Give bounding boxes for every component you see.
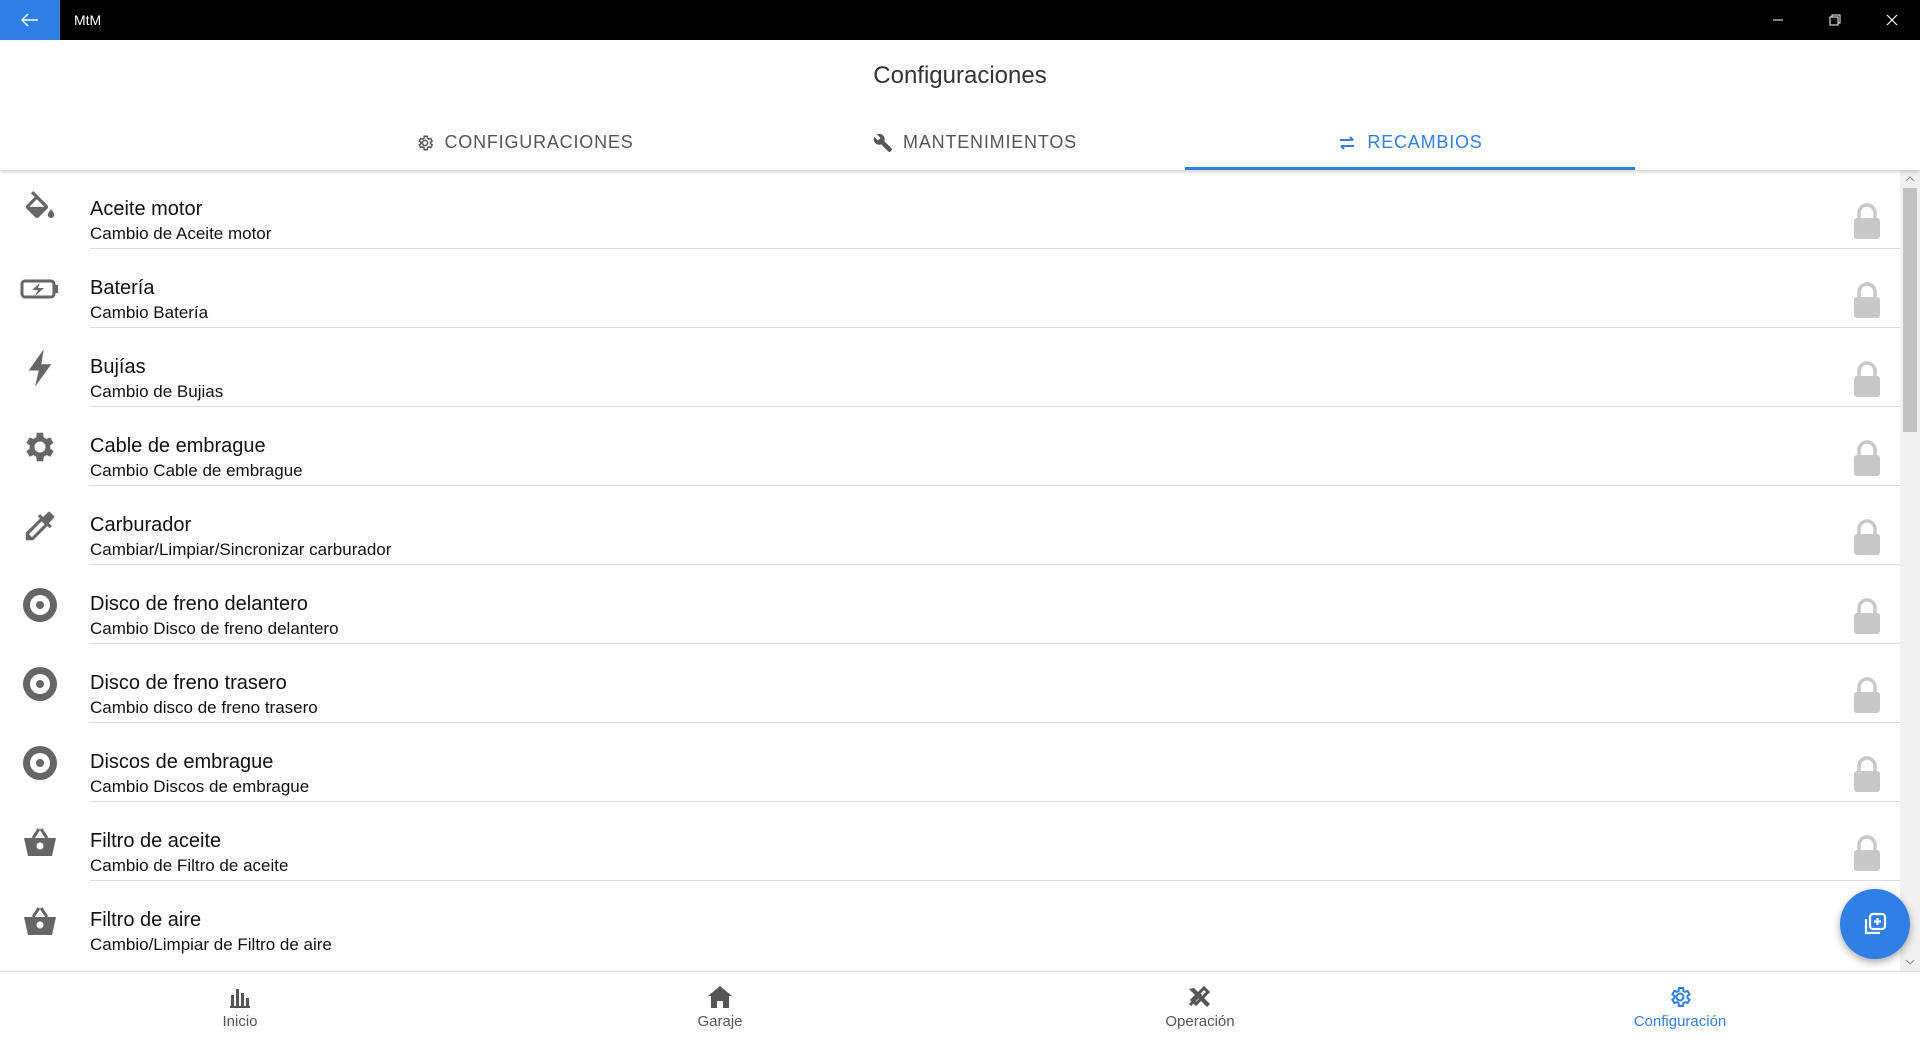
disc-icon [20,664,60,704]
item-subtitle: Cambio de Bujias [90,382,224,401]
eyedropper-icon [20,506,60,546]
bottom-navigation: Inicio Garaje Operación Configuración [0,971,1920,1042]
item-title: Filtro de aceite [90,830,222,852]
item-subtitle: Cambio Cable de embrague [90,461,303,480]
chevron-up-icon [1905,176,1915,182]
lock-icon[interactable] [1852,439,1882,477]
nav-configuracion[interactable]: Configuración [1440,972,1920,1043]
scroll-down-button[interactable] [1900,953,1920,971]
scroll-up-button[interactable] [1900,170,1920,188]
restore-icon [1829,14,1840,26]
nav-label: Configuración [1633,1013,1727,1030]
list-scrollbar[interactable] [1900,170,1920,971]
item-title: Disco de freno delantero [90,593,308,615]
chevron-down-icon [1905,959,1915,965]
close-icon [1886,14,1897,26]
oil-can-icon [20,190,60,230]
lock-icon[interactable] [1852,597,1882,635]
item-title: Disco de freno trasero [90,672,287,694]
scrollbar-thumb[interactable] [1903,188,1917,432]
bar-chart-icon [230,989,250,1008]
tab-label: MANTENIMIENTOS [903,132,1077,152]
swap-arrows-icon [1340,135,1355,150]
tab-bar: CONFIGURACIONES MANTENIMIENTOS RECAMBIOS [0,115,1920,170]
disc-icon [20,585,60,625]
nav-label: Operación [1165,1013,1235,1030]
lock-icon[interactable] [1852,281,1882,319]
item-subtitle: Cambiar/Limpiar/Sincronizar carburador [90,540,392,559]
tab-mantenimientos[interactable]: MANTENIMIENTOS [750,115,1200,170]
tab-label: CONFIGURACIONES [444,132,634,152]
window-titlebar: MtM [0,0,1920,40]
back-button[interactable] [0,0,60,40]
basket-icon [20,901,60,941]
list-item[interactable]: Disco de freno trasero Cambio disco de f… [0,644,1900,723]
list-item[interactable]: Batería Cambio Batería [0,249,1900,328]
lock-icon[interactable] [1852,518,1882,556]
gear-icon [1671,987,1691,1007]
window-title: MtM [74,12,102,28]
page-title: Configuraciones [873,62,1047,89]
window-controls [1749,0,1920,40]
bolt-icon [20,348,60,388]
list-item[interactable]: Filtro de aceite Cambio de Filtro de ace… [0,802,1900,881]
tools-icon [1188,985,1211,1007]
minimize-button[interactable] [1749,0,1806,40]
item-subtitle: Cambio disco de freno trasero [90,698,318,717]
item-title: Cable de embrague [90,435,266,457]
home-icon [708,986,732,1008]
arrow-left-icon [21,13,38,27]
add-copy-icon [1864,912,1887,935]
item-title: Aceite motor [90,198,203,220]
list-item[interactable]: Filtro de aire Cambio/Limpiar de Filtro … [0,881,1900,960]
parts-list: Aceite motor Cambio de Aceite motor Bate… [0,170,1900,971]
item-title: Discos de embrague [90,751,274,773]
gear-icon [418,135,434,150]
item-subtitle: Cambio/Limpiar de Filtro de aire [90,935,332,954]
item-subtitle: Cambio Batería [90,303,209,322]
tab-label: RECAMBIOS [1367,132,1483,152]
list-item[interactable]: Cable de embrague Cambio Cable de embrag… [0,407,1900,486]
list-item[interactable]: Aceite motor Cambio de Aceite motor [0,170,1900,249]
disc-icon [20,743,60,783]
restore-button[interactable] [1806,0,1863,40]
tab-configuraciones[interactable]: CONFIGURACIONES [300,115,750,170]
tab-recambios[interactable]: RECAMBIOS [1185,115,1635,170]
item-subtitle: Cambio de Aceite motor [90,224,272,243]
lock-icon[interactable] [1852,202,1882,240]
item-title: Batería [90,277,155,299]
nav-label: Inicio [222,1013,258,1030]
minimize-icon [1772,19,1783,21]
lock-icon[interactable] [1852,755,1882,793]
lock-icon[interactable] [1852,676,1882,714]
nav-label: Garaje [697,1013,743,1030]
list-item[interactable]: Disco de freno delantero Cambio Disco de… [0,565,1900,644]
battery-charging-icon [20,269,60,309]
nav-inicio[interactable]: Inicio [0,972,480,1043]
gear-icon [20,427,60,467]
item-title: Carburador [90,514,192,536]
item-title: Bujías [90,356,146,378]
list-item[interactable]: Carburador Cambiar/Limpiar/Sincronizar c… [0,486,1900,565]
page-header: Configuraciones CONFIGURACIONES MANTENIM… [0,40,1920,170]
basket-icon [20,822,60,862]
item-subtitle: Cambio de Filtro de aceite [90,856,289,875]
item-subtitle: Cambio Disco de freno delantero [90,619,339,638]
item-subtitle: Cambio Discos de embrague [90,777,310,796]
add-part-fab[interactable] [1840,889,1910,959]
close-button[interactable] [1863,0,1920,40]
nav-garaje[interactable]: Garaje [480,972,960,1043]
list-item[interactable]: Bujías Cambio de Bujias [0,328,1900,407]
lock-icon[interactable] [1852,834,1882,872]
item-title: Filtro de aire [90,909,202,931]
lock-icon[interactable] [1852,360,1882,398]
wrench-icon [873,133,893,152]
nav-operacion[interactable]: Operación [960,972,1440,1043]
list-item[interactable]: Discos de embrague Cambio Discos de embr… [0,723,1900,802]
